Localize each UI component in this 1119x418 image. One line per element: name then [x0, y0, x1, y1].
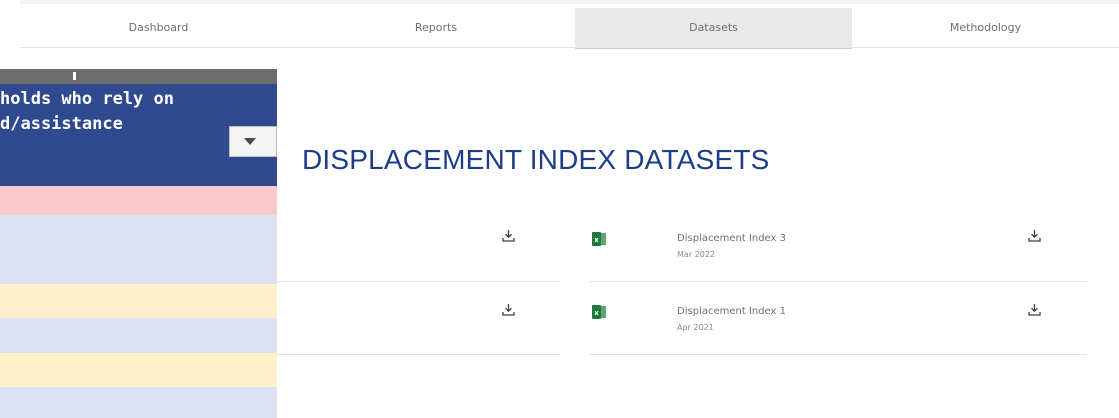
sheet-row [0, 284, 277, 318]
list-divider [589, 354, 1087, 355]
sheet-row [0, 387, 277, 418]
chevron-down-icon [244, 138, 256, 145]
filter-dropdown-button[interactable] [229, 126, 277, 157]
download-icon[interactable] [502, 303, 515, 316]
excel-icon: x [592, 232, 606, 246]
tab-methodology[interactable]: Methodology [852, 8, 1119, 48]
download-icon[interactable] [502, 229, 515, 242]
dataset-name[interactable]: Displacement Index 3 [677, 233, 786, 244]
corner-mark-icon [73, 72, 76, 80]
dataset-date: Apr 2021 [677, 323, 714, 332]
sheet-row [0, 318, 277, 353]
svg-text:x: x [594, 309, 599, 317]
sheet-title-strip [0, 69, 277, 84]
spreadsheet-overlay: holds who rely on d/assistance [0, 69, 277, 418]
page-title: DISPLACEMENT INDEX DATASETS [302, 144, 770, 175]
list-divider [277, 281, 560, 282]
sheet-row [0, 186, 277, 215]
tab-dashboard[interactable]: Dashboard [20, 8, 297, 48]
list-divider [589, 281, 1087, 282]
top-nav: Dashboard Reports Datasets Methodology [20, 0, 1119, 49]
excel-icon: x [592, 305, 606, 319]
dataset-name[interactable]: Displacement Index 1 [677, 306, 786, 317]
list-divider [277, 354, 560, 355]
dataset-date: Mar 2022 [677, 250, 715, 259]
sheet-header-text: holds who rely on d/assistance [0, 89, 174, 134]
download-icon[interactable] [1028, 229, 1041, 242]
sheet-row [0, 215, 277, 284]
download-icon[interactable] [1028, 303, 1041, 316]
tab-datasets[interactable]: Datasets [575, 8, 852, 49]
tab-reports[interactable]: Reports [297, 8, 575, 48]
sheet-row [0, 353, 277, 387]
svg-text:x: x [594, 236, 599, 244]
